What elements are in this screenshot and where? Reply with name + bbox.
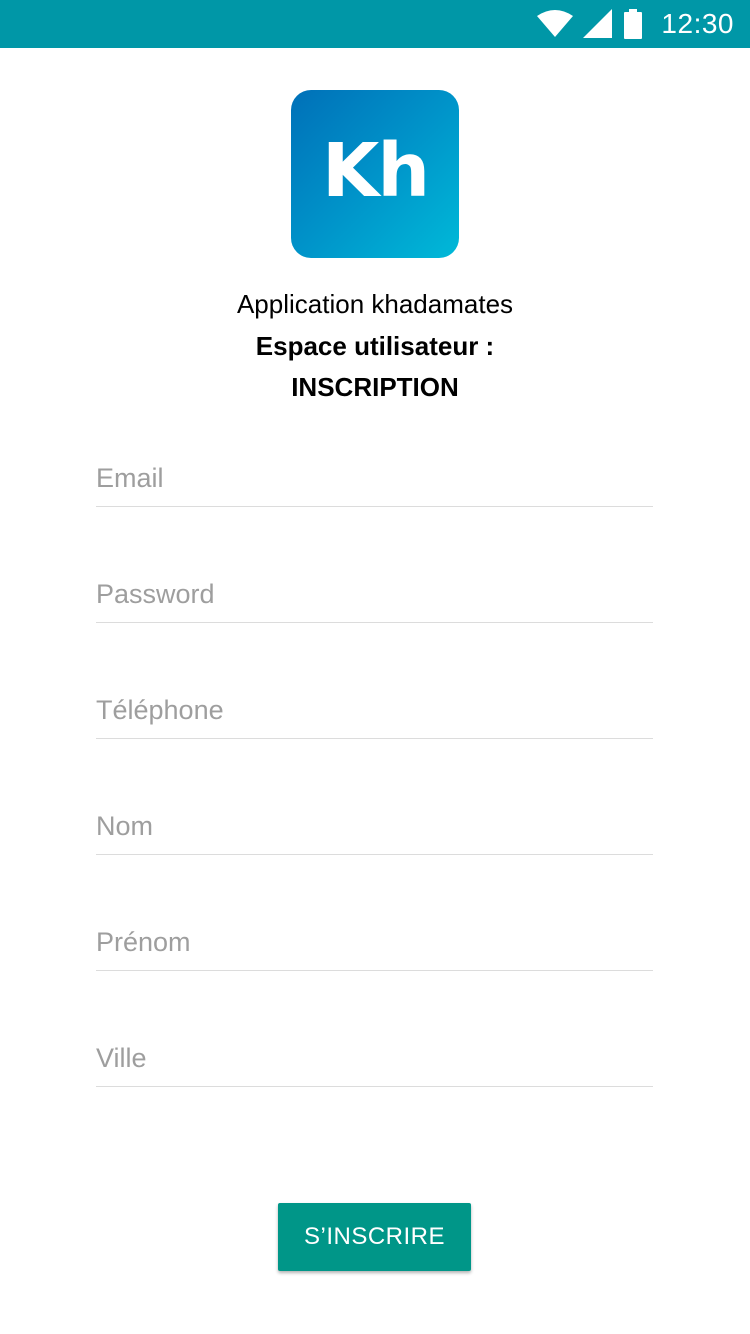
email-input[interactable] xyxy=(96,460,653,496)
app-name: Application khadamates xyxy=(236,289,514,319)
ville-field[interactable] xyxy=(96,1027,653,1087)
prenom-input[interactable] xyxy=(96,924,653,960)
signal-icon xyxy=(583,9,613,39)
status-time: 12:30 xyxy=(661,8,734,39)
ville-input[interactable] xyxy=(96,1040,653,1076)
email-field[interactable] xyxy=(96,447,653,507)
app-logo: Kh xyxy=(291,90,459,258)
nom-input[interactable] xyxy=(96,808,653,844)
signup-button[interactable]: S’INSCRIRE xyxy=(278,1203,471,1271)
status-icons: 12:30 xyxy=(537,0,734,48)
password-field[interactable] xyxy=(96,563,653,623)
phone-input[interactable] xyxy=(96,692,653,728)
wifi-icon xyxy=(537,10,574,38)
logo-text: Kh xyxy=(321,128,430,214)
page-title: INSCRIPTION xyxy=(291,372,459,402)
nom-field[interactable] xyxy=(96,795,653,855)
status-bar: 12:30 xyxy=(0,0,750,48)
phone-field[interactable] xyxy=(96,679,653,739)
password-input[interactable] xyxy=(96,576,653,612)
prenom-field[interactable] xyxy=(96,911,653,971)
user-space-label: Espace utilisateur : xyxy=(255,331,495,361)
battery-icon xyxy=(623,9,643,39)
